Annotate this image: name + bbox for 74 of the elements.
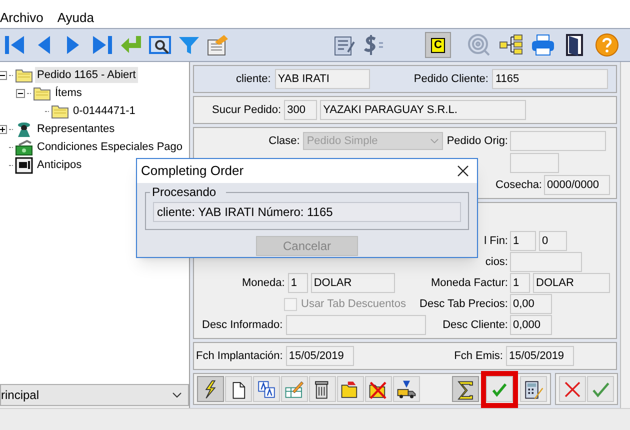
sigma-icon bbox=[455, 378, 476, 400]
field-label: Clase: bbox=[268, 134, 300, 149]
font-icon bbox=[256, 378, 277, 400]
toolbar-button[interactable] bbox=[520, 376, 547, 402]
truck-icon bbox=[396, 378, 417, 400]
text-field[interactable] bbox=[510, 252, 582, 272]
menu-item[interactable]: Ayuda bbox=[57, 8, 94, 28]
text-field[interactable] bbox=[510, 153, 559, 173]
text-field[interactable]: 1165 bbox=[492, 69, 608, 89]
group-title: Procesando bbox=[150, 185, 226, 199]
text-field[interactable]: 0 bbox=[539, 231, 567, 251]
text-field[interactable]: 15/05/2019 bbox=[286, 346, 354, 366]
text-field[interactable] bbox=[286, 315, 426, 335]
field-label: cliente: bbox=[236, 72, 271, 87]
text-field[interactable]: 15/05/2019 bbox=[506, 346, 574, 366]
status-field: cliente: YAB IRATI Número: 1165 bbox=[153, 202, 461, 222]
text-field[interactable]: YAZAKI PARAGUAY S.R.L. bbox=[320, 100, 526, 120]
field-label: Sucur Pedido: bbox=[212, 102, 282, 118]
field-label: Moneda: bbox=[242, 276, 285, 291]
toolbar-button[interactable] bbox=[309, 376, 336, 402]
close-icon[interactable] bbox=[457, 165, 469, 177]
text-field[interactable]: 1 bbox=[510, 273, 530, 293]
field-label: Desc Cliente: bbox=[442, 318, 508, 333]
tree-item[interactable]: Pedido 1165 - Abiert bbox=[35, 66, 138, 84]
collapse-toggle[interactable] bbox=[16, 88, 25, 98]
field-label: Desc Informado: bbox=[202, 318, 283, 333]
expand-toggle[interactable] bbox=[0, 124, 7, 134]
toolbar-button[interactable] bbox=[452, 376, 479, 402]
text-field[interactable]: 0,00 bbox=[510, 294, 552, 314]
field-label: cios: bbox=[485, 254, 508, 270]
tree-item[interactable]: Condiciones Especiales Pago bbox=[35, 138, 185, 156]
people-icon bbox=[15, 120, 33, 138]
text-field[interactable]: DOLAR bbox=[533, 273, 610, 293]
chevron-down-icon bbox=[430, 138, 439, 144]
checkbox-label: Usar Tab Descuentos bbox=[301, 296, 406, 312]
text-field[interactable]: YAB IRATI bbox=[274, 69, 370, 89]
field-label: Pedido Orig: bbox=[446, 134, 508, 149]
toolbar-button[interactable] bbox=[337, 376, 364, 402]
field-label: Moneda Factur: bbox=[430, 276, 508, 291]
field-label: l Fin: bbox=[484, 234, 508, 249]
tree-item[interactable]: 0-0144471-1 bbox=[71, 102, 138, 120]
report-icon[interactable] bbox=[205, 32, 231, 58]
text-field[interactable]: 1 bbox=[288, 273, 308, 293]
toolbar-button[interactable] bbox=[393, 376, 420, 402]
view-dropdown[interactable]: rincipal bbox=[0, 384, 189, 406]
toggle-button[interactable]: C bbox=[425, 32, 451, 58]
safe-icon bbox=[15, 156, 33, 174]
money-icon bbox=[15, 138, 33, 156]
field-label: Desc Tab Precios: bbox=[420, 296, 508, 312]
toolbar-button[interactable] bbox=[225, 376, 252, 402]
text-field[interactable]: 0000/0000 bbox=[544, 175, 610, 195]
printer-icon[interactable] bbox=[530, 32, 556, 58]
text-field[interactable] bbox=[510, 131, 606, 151]
dialog-title: Completing Order bbox=[141, 162, 244, 180]
text-field[interactable]: 0,000 bbox=[510, 315, 552, 335]
tree-item[interactable]: Anticipos bbox=[35, 156, 84, 174]
text-field[interactable]: DOLAR bbox=[310, 273, 395, 293]
field-label: Pedido Cliente: bbox=[414, 72, 488, 87]
toolbar-button[interactable] bbox=[253, 376, 280, 402]
text-field[interactable]: 1 bbox=[510, 231, 536, 251]
field-label: Cosecha: bbox=[496, 178, 542, 193]
edit-table-icon bbox=[284, 378, 305, 400]
toolbar-button[interactable] bbox=[197, 376, 224, 402]
field-label: Fch Implantación: bbox=[196, 348, 283, 364]
calculator-icon bbox=[523, 378, 544, 400]
text-field[interactable]: 300 bbox=[284, 100, 318, 120]
menu-item[interactable]: Archivo bbox=[0, 8, 44, 28]
toolbar-button[interactable] bbox=[365, 376, 392, 402]
collapse-toggle[interactable] bbox=[0, 70, 7, 80]
tree-item[interactable]: Representantes bbox=[35, 120, 117, 138]
field-label: Fch Emis: bbox=[454, 348, 503, 364]
tree-item[interactable]: Ítems bbox=[53, 84, 84, 102]
help-icon[interactable] bbox=[594, 32, 620, 58]
chevron-down-icon bbox=[172, 392, 182, 398]
